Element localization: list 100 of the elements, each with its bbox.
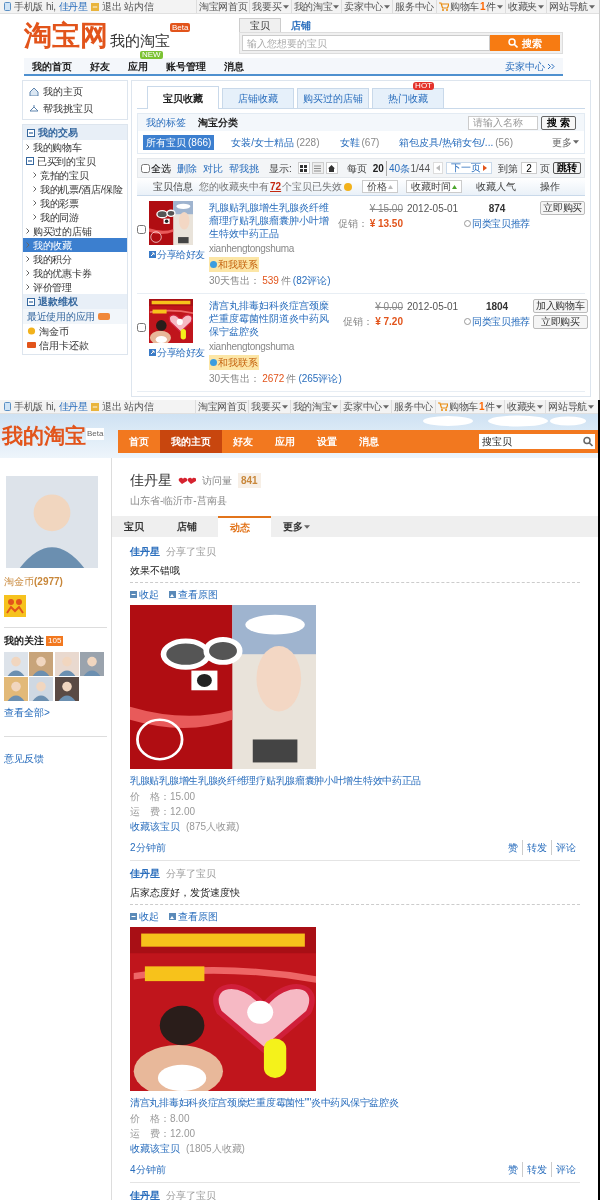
home-nav-item[interactable]: 我的主页 xyxy=(160,429,222,453)
quick-link[interactable]: 帮我挑宝贝 xyxy=(29,101,121,116)
contact-seller-link[interactable]: 和我联系 xyxy=(209,257,259,272)
collapse-icon[interactable] xyxy=(27,128,35,137)
sidebar-item[interactable]: 我的同游 xyxy=(23,210,127,224)
top-link[interactable]: 我的淘宝 xyxy=(290,0,342,13)
filter-search-button[interactable]: 搜 索 xyxy=(541,115,576,130)
select-all-checkbox[interactable] xyxy=(141,163,150,173)
top-link[interactable]: 网站导航 xyxy=(546,0,597,13)
sidebar-item[interactable]: 评价管理 xyxy=(23,280,127,294)
messages-link[interactable]: 站内信 xyxy=(124,0,154,13)
item-action-button[interactable]: 立即购买 xyxy=(533,315,588,329)
name-filter-field[interactable]: 请输入名称 xyxy=(468,115,539,130)
search-tab[interactable]: 宝贝 xyxy=(239,18,281,32)
product-title-link[interactable]: 清宫丸排毒妇科炎症宫颈糜烂重度霉菌性""炎中药风保宁盆腔炎 xyxy=(130,1095,580,1110)
top-link[interactable]: 淘宝网首页 xyxy=(194,400,249,413)
search-field[interactable]: 搜宝贝 xyxy=(479,433,581,449)
page-number-field[interactable]: 2 xyxy=(521,162,537,174)
messages-link[interactable]: 站内信 xyxy=(124,400,154,413)
favorites-tab[interactable]: 购买过的店铺 xyxy=(297,88,369,108)
logout-link[interactable]: 退出 xyxy=(101,400,122,413)
search-field[interactable]: 输入您想要的宝贝 xyxy=(242,35,490,51)
favorites-tab[interactable]: 店铺收藏 xyxy=(222,88,294,108)
toolbar-link[interactable]: 帮我挑 xyxy=(229,160,259,176)
profile-tab[interactable]: 更多 xyxy=(271,516,324,537)
app-item[interactable]: 淘金币 xyxy=(23,324,127,338)
top-link[interactable]: 购物车1件 xyxy=(436,0,506,13)
nav-item[interactable]: 账号管理 xyxy=(166,58,206,74)
top-link[interactable]: 收藏夹 xyxy=(504,400,546,413)
top-link[interactable]: 我的淘宝 xyxy=(289,400,341,413)
view-original-link[interactable]: 查看原图 xyxy=(169,909,218,924)
nav-item[interactable]: 应用 xyxy=(128,58,148,74)
top-link[interactable]: 卖家中心 xyxy=(340,400,392,413)
view-all-link[interactable]: 查看全部> xyxy=(4,705,107,720)
select-all-label[interactable]: 全选 xyxy=(151,160,171,176)
top-link[interactable]: 服务中心 xyxy=(391,400,435,413)
category-link[interactable]: 所有宝贝 (866) xyxy=(143,134,215,150)
subtab[interactable]: 淘宝分类 xyxy=(198,115,238,130)
user-name-link[interactable]: 佳丹星 xyxy=(130,1188,160,1200)
top-link[interactable]: 我要买 xyxy=(249,0,291,13)
feed-action-link[interactable]: 评论 xyxy=(551,1162,580,1177)
collapse-link[interactable]: 收起 xyxy=(130,587,159,602)
toolbar-link[interactable]: 对比 xyxy=(203,160,223,176)
logo[interactable]: 淘宝网 xyxy=(24,21,108,51)
mobile-link[interactable]: 手机版 xyxy=(14,400,44,413)
subtab[interactable]: 我的标签 xyxy=(146,115,186,130)
feed-action-link[interactable]: 转发 xyxy=(522,1162,551,1177)
row-checkbox[interactable] xyxy=(137,225,146,234)
similar-items-link[interactable]: 同类宝贝推荐 xyxy=(463,314,531,329)
top-link[interactable]: 我要买 xyxy=(248,400,290,413)
sidebar-item[interactable]: 我的优惠卡券 xyxy=(23,266,127,280)
price-sort-button[interactable]: 价格 xyxy=(362,180,399,193)
feed-action-link[interactable]: 转发 xyxy=(522,840,551,855)
top-link[interactable]: 卖家中心 xyxy=(341,0,393,13)
share-link[interactable]: 分享给好友 xyxy=(149,345,209,360)
contact-seller-link[interactable]: 和我联系 xyxy=(209,355,259,370)
search-tab[interactable]: 店铺 xyxy=(281,18,321,32)
sidebar-item[interactable]: 竞拍的宝贝 xyxy=(23,168,127,182)
feed-action-link[interactable]: 赞 xyxy=(504,840,522,855)
profile-tab[interactable]: 宝贝 xyxy=(112,516,165,537)
logout-link[interactable]: 退出 xyxy=(101,0,122,13)
per-page-option[interactable]: 20 xyxy=(372,160,384,176)
sidebar-item[interactable]: 购买过的店铺 xyxy=(23,224,127,238)
favorites-tab[interactable]: 宝贝收藏 xyxy=(147,86,219,109)
user-link[interactable]: 佳丹星 xyxy=(58,400,88,413)
collapse-link[interactable]: 收起 xyxy=(130,909,159,924)
nav-item[interactable]: 消息 xyxy=(224,58,244,74)
nav-item[interactable]: 好友 xyxy=(90,58,110,74)
reviews-link[interactable]: (265评论) xyxy=(298,371,342,386)
item-title-link[interactable]: 清宫丸排毒妇科炎症宫颈糜烂重度霉菌性阴道炎中药风保宁盆腔炎 xyxy=(209,299,335,338)
more-link[interactable]: 更多 xyxy=(552,134,579,150)
per-page-option[interactable]: 40条 xyxy=(385,160,411,176)
top-link[interactable]: 网站导航 xyxy=(545,400,596,413)
mobile-link[interactable]: 手机版 xyxy=(14,0,44,13)
user-name-link[interactable]: 佳丹星 xyxy=(130,544,160,559)
top-link[interactable]: 淘宝网首页 xyxy=(195,0,250,13)
sidebar-item[interactable]: 我的积分 xyxy=(23,252,127,266)
collapse-icon[interactable] xyxy=(27,297,35,306)
quick-link[interactable]: 我的主页 xyxy=(29,84,121,99)
item-action-button[interactable]: 立即购买 xyxy=(540,201,585,215)
favorites-tab[interactable]: 热门收藏 xyxy=(372,88,444,108)
top-link[interactable]: 服务中心 xyxy=(392,0,436,13)
top-link[interactable]: 购物车1件 xyxy=(435,400,505,413)
row-checkbox[interactable] xyxy=(137,323,146,332)
user-link[interactable]: 佳丹星 xyxy=(58,0,88,13)
toolbar-link[interactable]: 删除 xyxy=(177,160,197,176)
favorite-item-link[interactable]: 收藏该宝贝 xyxy=(130,1141,180,1156)
time-sort-button[interactable]: 收藏时间 xyxy=(406,180,463,193)
feed-action-link[interactable]: 赞 xyxy=(504,1162,522,1177)
next-page-button[interactable]: 下一页 xyxy=(446,162,492,174)
home-view-button[interactable] xyxy=(325,162,338,174)
sidebar-item[interactable]: 我的收藏 xyxy=(23,238,127,252)
feedback-link[interactable]: 意见反馈 xyxy=(4,753,44,764)
favorite-item-link[interactable]: 收藏该宝贝 xyxy=(130,819,180,834)
app-item[interactable]: 信用卡还款 xyxy=(23,338,127,352)
sidebar-item[interactable]: 已买到的宝贝 xyxy=(23,154,127,168)
search-icon[interactable] xyxy=(581,433,595,449)
category-link[interactable]: 箱包皮具/热销女包/... (56) xyxy=(396,134,516,150)
goto-button[interactable]: 跳转 xyxy=(553,162,581,174)
seller-center-link[interactable]: 卖家中心 xyxy=(505,58,555,74)
